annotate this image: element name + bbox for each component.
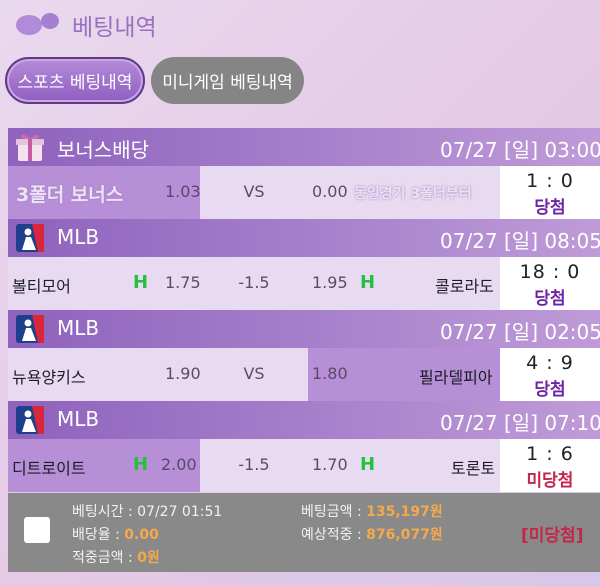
away-indicator: H xyxy=(360,454,376,475)
league-name: MLB xyxy=(57,407,100,431)
win-amount-value: 0원 xyxy=(137,550,160,566)
match-datetime: 07/27 [일] 03:00 xyxy=(440,138,600,162)
league-name: MLB xyxy=(57,316,100,340)
tab-sports-bets[interactable]: 스포츠 베팅내역 xyxy=(5,57,145,104)
match-datetime: 07/27 [일] 02:05 xyxy=(440,320,600,344)
home-indicator: H xyxy=(133,454,149,475)
bonus-note: 동일경기 3폴더부터 xyxy=(354,186,472,202)
odds-value: 0.00 xyxy=(124,527,159,543)
bet-list: 보너스배당 07/27 [일] 03:00 3폴더 보너스 1.03 VS 0.… xyxy=(8,128,600,492)
home-team: 뉴욕양키스 xyxy=(12,368,86,387)
bet-amount-value: 135,197원 xyxy=(366,504,443,520)
away-odds: 1.80 xyxy=(312,364,348,383)
bet-group-header: MLB 07/27 [일] 08:05 xyxy=(8,219,600,257)
home-odds: 1.03 xyxy=(165,182,201,201)
bet-amount-label: 베팅금액 : xyxy=(301,504,367,520)
purple-blob-icon xyxy=(16,13,59,35)
match-score: 4 : 9 xyxy=(526,352,574,374)
bet-group-header: MLB 07/27 [일] 07:10 xyxy=(8,401,600,439)
bet-summary: 베팅시간 : 07/27 01:51 배당율 : 0.00 적중금액 : 0원 … xyxy=(8,493,600,572)
away-odds: 1.70 xyxy=(312,455,348,474)
match-score: 1 : 6 xyxy=(526,443,574,465)
away-odds: 0.00 xyxy=(312,182,348,201)
mlb-logo-icon xyxy=(16,315,44,343)
bet-time-label: 베팅시간 : xyxy=(72,504,138,520)
expected-win-line: 예상적중 : 876,077원 xyxy=(301,524,443,544)
header: 베팅내역 xyxy=(0,0,600,50)
bet-group-header: 보너스배당 07/27 [일] 03:00 xyxy=(8,128,600,166)
bet-amount-line: 베팅금액 : 135,197원 xyxy=(301,501,443,521)
home-team: 볼티모어 xyxy=(12,277,71,296)
select-checkbox[interactable] xyxy=(24,517,50,543)
win-amount-label: 적중금액 : xyxy=(72,550,138,566)
home-team: 디트로이트 xyxy=(12,459,86,478)
away-team: 콜로라도 xyxy=(435,277,494,296)
gift-box-icon xyxy=(16,134,44,161)
home-odds: 2.00 xyxy=(161,455,197,474)
match-datetime: 07/27 [일] 08:05 xyxy=(440,229,600,253)
handicap-vs: VS xyxy=(243,182,265,201)
match-datetime: 07/27 [일] 07:10 xyxy=(440,411,600,435)
bonus-label: 3폴더 보너스 xyxy=(16,184,124,206)
home-indicator: H xyxy=(133,272,149,293)
mlb-logo-icon xyxy=(16,224,44,252)
win-amount-line: 적중금액 : 0원 xyxy=(72,547,160,567)
bet-group-header: MLB 07/27 [일] 02:05 xyxy=(8,310,600,348)
match-score: 18 : 0 xyxy=(519,261,581,283)
bet-status: 당첨 xyxy=(534,380,566,400)
bet-row: 디트로이트 H 2.00 -1.5 1.70 H 토론토 1 : 6 미당첨 xyxy=(8,439,600,492)
page-title: 베팅내역 xyxy=(72,15,157,41)
odds-line: 배당율 : 0.00 xyxy=(72,524,159,544)
bet-status: 당첨 xyxy=(534,198,566,218)
expected-win-value: 876,077원 xyxy=(366,527,443,543)
home-odds: 1.90 xyxy=(165,364,201,383)
home-odds: 1.75 xyxy=(165,273,201,292)
tab-minigame-bets[interactable]: 미니게임 베팅내역 xyxy=(151,57,304,104)
away-odds: 1.95 xyxy=(312,273,348,292)
bet-row: 3폴더 보너스 1.03 VS 0.00 동일경기 3폴더부터 1 : 0 당첨 xyxy=(8,166,600,219)
bet-time-value: 07/27 01:51 xyxy=(137,504,223,520)
away-team: 토론토 xyxy=(451,459,496,478)
bet-row: 뉴욕양키스 1.90 VS 1.80 필라델피아 4 : 9 당첨 xyxy=(8,348,600,401)
away-team: 필라델피아 xyxy=(419,368,493,387)
away-indicator: H xyxy=(360,272,376,293)
final-status: [미당첨] xyxy=(521,526,584,546)
handicap-vs: VS xyxy=(243,364,265,383)
bet-status: 당첨 xyxy=(534,289,566,309)
handicap-vs: -1.5 xyxy=(238,273,270,292)
league-name: MLB xyxy=(57,225,100,249)
expected-win-label: 예상적중 : xyxy=(301,527,367,543)
handicap-vs: -1.5 xyxy=(238,455,270,474)
bet-time-line: 베팅시간 : 07/27 01:51 xyxy=(72,501,222,521)
league-name: 보너스배당 xyxy=(57,138,149,162)
odds-label: 배당율 : xyxy=(72,527,125,543)
bet-row: 볼티모어 H 1.75 -1.5 1.95 H 콜로라도 18 : 0 당첨 xyxy=(8,257,600,310)
bet-status: 미당첨 xyxy=(526,471,574,491)
match-score: 1 : 0 xyxy=(526,170,574,192)
mlb-logo-icon xyxy=(16,406,44,434)
